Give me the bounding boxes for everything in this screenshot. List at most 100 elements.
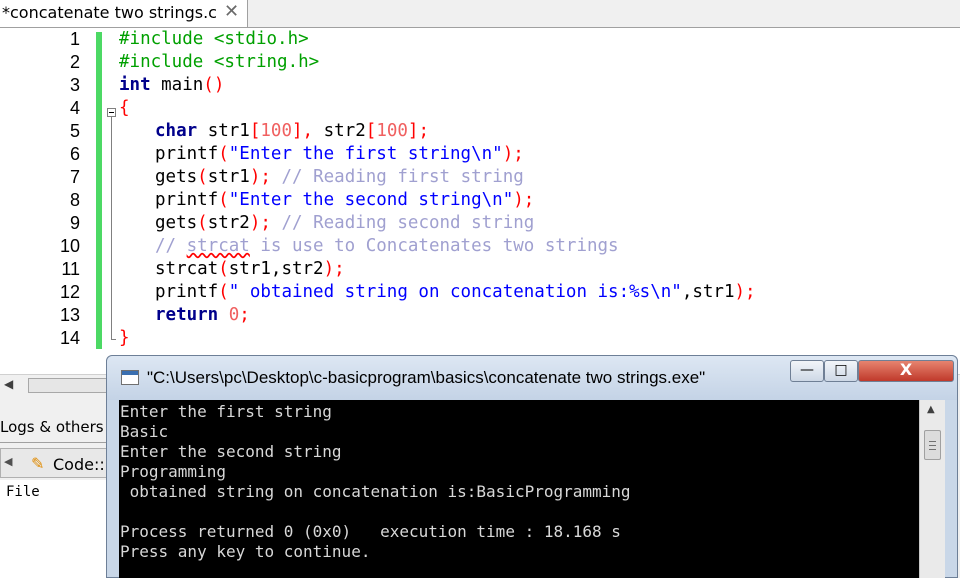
operator: [: [249, 121, 261, 141]
console-line: Press any key to continue.: [120, 542, 371, 561]
scroll-up-arrow-icon[interactable]: ▲: [927, 404, 935, 415]
string-literal: " obtained string on concatenation is:%s…: [228, 282, 682, 302]
operator: (: [218, 144, 229, 164]
console-vertical-scrollbar[interactable]: ▲: [919, 400, 945, 578]
close-button[interactable]: X: [858, 360, 954, 382]
grip-line: [929, 449, 936, 450]
console-line: Basic: [120, 422, 169, 441]
line-number: 3: [69, 75, 80, 95]
code-line-7: gets(str1); // Reading first string: [155, 166, 524, 189]
misspelled-word: strcat: [186, 236, 250, 256]
panel-divider: [0, 442, 110, 443]
operator: (: [197, 167, 208, 187]
editor-tab-title[interactable]: *concatenate two strings.c: [2, 3, 217, 22]
number-literal: 100: [260, 121, 292, 141]
keyword: char: [155, 121, 198, 141]
console-window[interactable]: "C:\Users\pc\Desktop\c-basicprogram\basi…: [106, 355, 958, 578]
operator: }: [119, 328, 130, 348]
scroll-left-arrow-icon[interactable]: ◀: [4, 377, 13, 391]
line-number: 7: [69, 167, 80, 187]
comment: // Reading first string: [270, 167, 524, 187]
keyword: return: [155, 305, 219, 325]
file-column-header[interactable]: File: [6, 484, 40, 500]
tab-scroll-left-icon[interactable]: ◀: [4, 455, 12, 468]
line-number: 1: [69, 29, 80, 49]
operator: [: [365, 121, 377, 141]
code-line-1: #include <stdio.h>: [119, 28, 309, 51]
operator: (: [218, 282, 229, 302]
identifier: printf: [155, 282, 219, 302]
identifier: strcat: [155, 259, 219, 279]
operator: );: [249, 167, 271, 187]
comment: is use to Concatenates two strings: [249, 236, 619, 256]
operator: );: [513, 190, 535, 210]
code-line-9: gets(str2); // Reading second string: [155, 212, 534, 235]
code-line-8: printf("Enter the second string\n");: [155, 189, 534, 212]
console-line: Programming: [120, 462, 226, 481]
comment: //: [155, 236, 187, 256]
line-number: 9: [69, 213, 80, 233]
identifier: str2: [313, 121, 366, 141]
line-number: 8: [69, 190, 80, 210]
operator: (: [197, 213, 208, 233]
operator: );: [502, 144, 524, 164]
line-number: 2: [69, 52, 80, 72]
identifier: str1: [197, 121, 250, 141]
code-line-5: char str1[100], str2[100];: [155, 120, 429, 143]
preprocessor-directive: #include <string.h>: [119, 52, 320, 72]
operator: (: [218, 259, 229, 279]
code-line-4: {: [119, 97, 130, 120]
string-literal: "Enter the second string\n": [228, 190, 514, 210]
identifier: str1: [207, 167, 250, 187]
change-marker-bar: [96, 32, 102, 349]
logs-and-others-panel-title[interactable]: Logs & others: [0, 418, 104, 436]
editor-tab[interactable]: *concatenate two strings.c ✕: [0, 0, 248, 27]
code-line-10: // strcat is use to Concatenates two str…: [155, 235, 619, 258]
code-line-12: printf(" obtained string on concatenatio…: [155, 281, 756, 304]
operator: );: [734, 282, 756, 302]
console-app-icon[interactable]: [121, 370, 139, 385]
identifier: main: [150, 75, 204, 95]
operator: );: [249, 213, 271, 233]
minimize-button[interactable]: —: [790, 360, 824, 382]
line-number-gutter: 1 2 3 4 5 6 7 8 9 10 11 12 13 14: [0, 28, 96, 358]
code-line-6: printf("Enter the first string\n");: [155, 143, 524, 166]
identifier: gets: [155, 167, 198, 187]
fold-collapse-icon[interactable]: [107, 108, 116, 117]
identifier: gets: [155, 213, 198, 233]
line-number: 10: [59, 236, 80, 256]
console-line: obtained string on concatenation is:Basi…: [120, 482, 631, 501]
scrollbar-thumb[interactable]: [924, 430, 941, 460]
identifier: ,str1: [681, 282, 735, 302]
line-number: 5: [69, 121, 80, 141]
operator: );: [323, 259, 345, 279]
operator: ];: [407, 121, 429, 141]
operator: ;: [239, 305, 250, 325]
console-line: Enter the second string: [120, 442, 342, 461]
line-number: 12: [59, 282, 80, 302]
maximize-button[interactable]: □: [824, 360, 858, 382]
pencil-icon: ✎: [31, 454, 45, 473]
identifier: printf: [155, 190, 219, 210]
fold-guide-end: [111, 339, 116, 340]
comment: // Reading second string: [270, 213, 535, 233]
code-editor[interactable]: 1 2 3 4 5 6 7 8 9 10 11 12 13 14 #includ…: [0, 28, 960, 358]
console-output[interactable]: Enter the first string Basic Enter the s…: [119, 400, 919, 578]
keyword: int: [119, 75, 151, 95]
close-tab-icon[interactable]: ✕: [224, 1, 239, 22]
preprocessor-directive: #include <stdio.h>: [119, 29, 309, 49]
console-line: Process returned 0 (0x0) execution time …: [120, 522, 621, 541]
identifier: str1,str2: [228, 259, 324, 279]
codeblocks-log-tab[interactable]: ◀ ✎ Code::B: [0, 448, 116, 478]
line-number: 6: [69, 144, 80, 164]
code-line-3: int main(): [119, 74, 224, 97]
scrollbar-thumb[interactable]: [28, 378, 118, 393]
fold-guide-line: [111, 117, 112, 339]
operator: ],: [292, 121, 314, 141]
grip-line: [929, 441, 936, 442]
identifier: printf: [155, 144, 219, 164]
operator: (): [203, 75, 225, 95]
console-titlebar[interactable]: "C:\Users\pc\Desktop\c-basicprogram\basi…: [107, 356, 957, 400]
line-number: 14: [59, 328, 80, 348]
number-literal: 100: [376, 121, 408, 141]
